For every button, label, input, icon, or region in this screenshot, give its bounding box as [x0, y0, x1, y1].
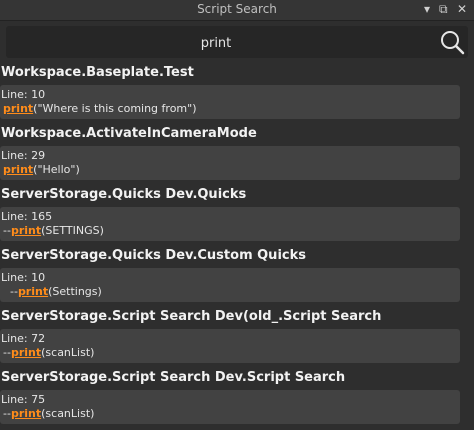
code-snippet: print("Where is this coming from") — [1, 102, 460, 116]
code-snippet: --print(scanList) — [1, 346, 460, 360]
code-prefix: -- — [3, 285, 18, 298]
code-rest: (Settings) — [48, 285, 102, 298]
result-item: ServerStorage.Script Search Dev(old_.Scr… — [0, 308, 474, 363]
code-snippet: --print(scanList) — [1, 407, 460, 421]
code-rest: ("Hello") — [33, 163, 80, 176]
result-item: Workspace.Baseplate.Test Line: 10 print(… — [0, 64, 474, 119]
result-path[interactable]: ServerStorage.Script Search Dev(old_.Scr… — [0, 308, 474, 326]
code-prefix: -- — [3, 407, 11, 420]
results-list: Workspace.Baseplate.Test Line: 10 print(… — [0, 64, 474, 430]
title-bar: Script Search ▾ ⧉ ✕ — [0, 0, 474, 21]
result-item: ServerStorage.Quicks Dev.Custom Quicks L… — [0, 247, 474, 302]
code-snippet: print("Hello") — [1, 163, 460, 177]
result-card[interactable]: Line: 165 --print(SETTINGS) — [0, 207, 460, 241]
result-item: ServerStorage.Script Search Dev.Script S… — [0, 369, 474, 424]
keyword-match: print — [10, 407, 42, 420]
result-card[interactable]: Line: 29 print("Hello") — [0, 146, 460, 180]
code-snippet: --print(Settings) — [1, 285, 460, 299]
result-card[interactable]: Line: 10 print("Where is this coming fro… — [0, 85, 460, 119]
line-number: Line: 72 — [1, 332, 46, 345]
result-item: Workspace.ActivateInCameraMode Line: 29 … — [0, 125, 474, 180]
code-prefix: -- — [3, 346, 11, 359]
search-input[interactable] — [14, 32, 418, 54]
popout-icon[interactable]: ⧉ — [439, 2, 448, 17]
result-path[interactable]: Workspace.ActivateInCameraMode — [0, 125, 474, 143]
result-card[interactable]: Line: 72 --print(scanList) — [0, 329, 460, 363]
keyword-match: print — [10, 346, 42, 359]
result-path[interactable]: ServerStorage.Script Search Dev.Script S… — [0, 369, 474, 387]
search-icon[interactable] — [438, 28, 466, 56]
result-path[interactable]: ServerStorage.Quicks Dev.Quicks — [0, 186, 474, 204]
line-number: Line: 10 — [1, 88, 46, 101]
result-card[interactable]: Line: 75 --print(scanList) — [0, 390, 460, 424]
line-number: Line: 75 — [1, 393, 46, 406]
result-path[interactable]: Workspace.Baseplate.Test — [0, 64, 474, 82]
code-rest: ("Where is this coming from") — [33, 102, 197, 115]
close-icon[interactable]: ✕ — [457, 2, 467, 16]
code-snippet: --print(SETTINGS) — [1, 224, 460, 238]
keyword-match: print — [17, 285, 49, 298]
code-rest: (scanList) — [41, 407, 95, 420]
code-prefix: -- — [3, 224, 11, 237]
result-card[interactable]: Line: 10 --print(Settings) — [0, 268, 460, 302]
dropdown-icon[interactable]: ▾ — [424, 2, 430, 16]
line-number: Line: 29 — [1, 149, 46, 162]
result-path[interactable]: ServerStorage.Quicks Dev.Custom Quicks — [0, 247, 474, 265]
keyword-match: print — [10, 224, 42, 237]
keyword-match: print — [3, 163, 34, 176]
line-number: Line: 10 — [1, 271, 46, 284]
window-title: Script Search — [197, 2, 277, 16]
line-number: Line: 165 — [1, 210, 53, 223]
keyword-match: print — [3, 102, 34, 115]
code-rest: (scanList) — [41, 346, 95, 359]
code-rest: (SETTINGS) — [41, 224, 104, 237]
search-bar — [6, 26, 468, 58]
result-item: ServerStorage.Quicks Dev.Quicks Line: 16… — [0, 186, 474, 241]
